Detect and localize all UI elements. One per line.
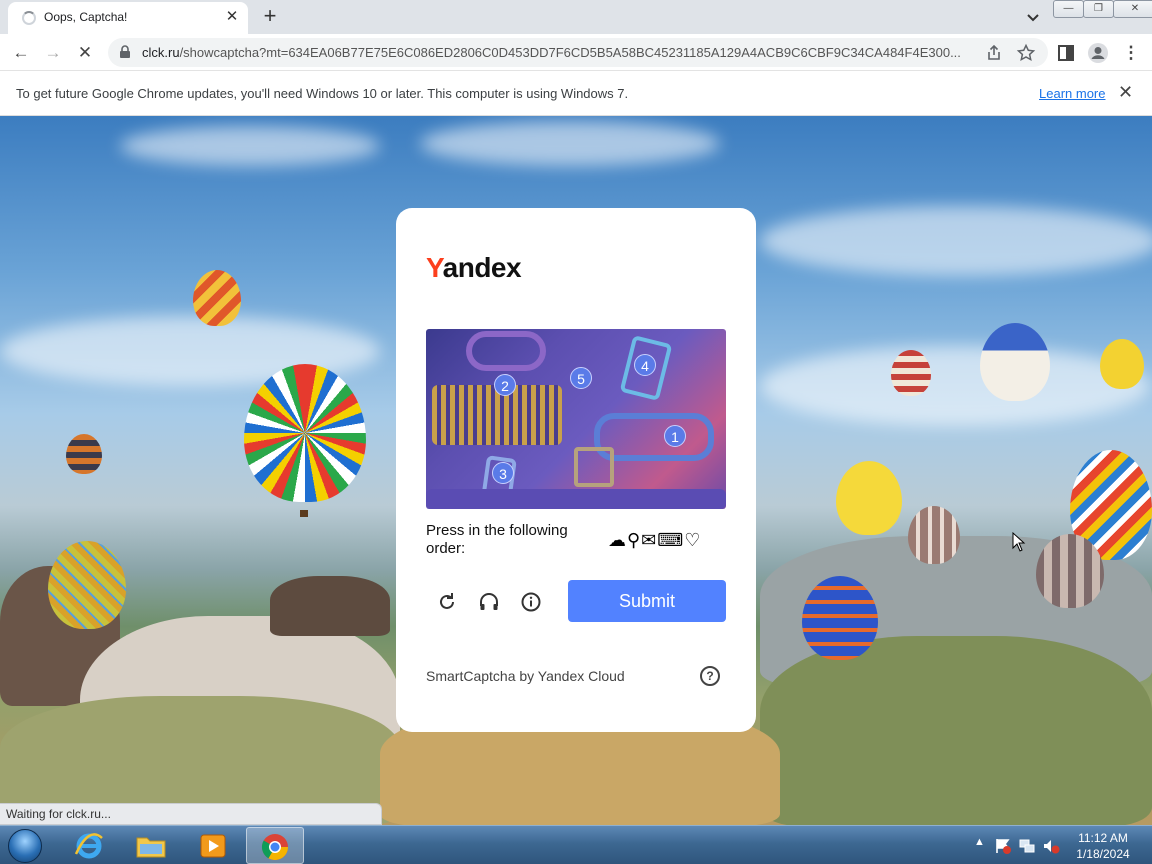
balloon-basket — [300, 510, 308, 517]
cloud — [760, 206, 1152, 276]
url-path: /showcaptcha?mt=634EA06B77E75E6C086ED280… — [179, 45, 961, 60]
tab-close-icon[interactable]: ✕ — [222, 7, 242, 27]
hot-air-balloon — [980, 323, 1050, 401]
learn-more-link[interactable]: Learn more — [1039, 86, 1105, 101]
bookmark-star-icon[interactable] — [1016, 43, 1036, 63]
tab-active[interactable]: Oops, Captcha! ✕ — [8, 2, 248, 34]
captcha-marker[interactable]: 5 — [570, 367, 592, 389]
taskbar-internet-explorer[interactable] — [60, 827, 118, 864]
infobar-message: To get future Google Chrome updates, you… — [16, 86, 629, 101]
refresh-icon[interactable] — [435, 590, 459, 614]
cloud — [420, 121, 720, 166]
update-infobar: To get future Google Chrome updates, you… — [0, 71, 1152, 116]
captcha-marker[interactable]: 3 — [492, 462, 514, 484]
url-text[interactable]: clck.ru/showcaptcha?mt=634EA06B77E75E6C0… — [142, 45, 982, 60]
yandex-logo: Yandex — [426, 252, 522, 284]
stop-loading-icon[interactable]: ✕ — [72, 40, 98, 66]
captcha-prompt: Press in the following order: — [426, 522, 568, 557]
hot-air-balloon — [66, 434, 102, 474]
captcha-marker[interactable]: 2 — [494, 374, 516, 396]
cloud — [760, 346, 1150, 426]
rock-formation — [270, 576, 390, 636]
tab-search-icon[interactable] — [1022, 6, 1044, 28]
taskbar-chrome[interactable] — [246, 827, 304, 864]
captcha-image[interactable]: 1 2 3 4 5 — [426, 329, 726, 509]
window-controls: — ❐ ✕ — [1053, 0, 1152, 18]
hot-air-balloon — [1036, 534, 1104, 608]
taskbar-clock[interactable]: 11:12 AM 1/18/2024 — [1060, 830, 1146, 862]
captcha-card: Yandex 1 2 3 4 5 Press in the following … — [396, 208, 756, 732]
lock-icon[interactable] — [118, 45, 132, 59]
hot-air-balloon — [891, 350, 931, 396]
chrome-icon — [261, 834, 289, 861]
hot-air-balloon — [48, 541, 126, 629]
loading-spinner-icon — [22, 11, 36, 25]
smartcaptcha-footer: SmartCaptcha by Yandex Cloud — [426, 668, 625, 684]
forward-arrow-icon[interactable]: → — [40, 40, 66, 66]
image-keyboard-shape — [432, 385, 562, 445]
browser-toolbar: ← → ✕ clck.ru/showcaptcha?mt=634EA06B77E… — [0, 34, 1152, 71]
hot-air-balloon — [244, 364, 366, 502]
cloud — [120, 126, 380, 166]
clock-time: 11:12 AM — [1078, 831, 1128, 845]
show-hidden-icons[interactable]: ▲ — [974, 836, 985, 848]
mouse-cursor-icon — [1012, 532, 1026, 552]
tab-strip: Oops, Captcha! ✕ + — ❐ ✕ — [0, 0, 1152, 34]
windows-logo-icon — [8, 829, 42, 863]
hot-air-balloon — [802, 576, 878, 660]
image-shape — [466, 331, 546, 371]
volume-muted-icon[interactable] — [1042, 837, 1060, 855]
infobar-close-icon[interactable]: ✕ — [1118, 82, 1133, 103]
menu-kebab-icon[interactable]: ⋮ — [1118, 40, 1144, 66]
help-question-icon[interactable]: ? — [700, 666, 720, 686]
info-icon[interactable] — [519, 590, 543, 614]
start-button[interactable] — [4, 827, 48, 864]
submit-button[interactable]: Submit — [568, 580, 726, 622]
taskbar-file-explorer[interactable] — [122, 827, 180, 864]
captcha-marker[interactable]: 1 — [664, 425, 686, 447]
hot-air-balloon — [1100, 339, 1144, 389]
share-icon[interactable] — [984, 43, 1004, 63]
folder-icon — [136, 837, 166, 858]
profile-avatar-icon[interactable] — [1087, 42, 1109, 64]
windows-taskbar: ▲ 11:12 AM 1/18/2024 — [0, 825, 1152, 864]
captcha-sequence-icons: ☁⚲✉⌨♡ — [608, 530, 702, 550]
logo-letter-y: Y — [426, 252, 443, 283]
hillside — [760, 636, 1152, 825]
logo-rest: andex — [442, 252, 522, 283]
hot-air-balloon — [908, 506, 960, 564]
back-arrow-icon[interactable]: ← — [8, 40, 34, 66]
internet-explorer-icon — [74, 833, 103, 859]
image-shape — [574, 447, 614, 487]
taskbar-media-player[interactable] — [184, 827, 242, 864]
url-host: clck.ru — [142, 45, 180, 60]
hot-air-balloon — [836, 461, 902, 535]
window-close-button[interactable]: ✕ — [1113, 0, 1152, 18]
tab-title: Oops, Captcha! — [44, 10, 128, 24]
minimize-button[interactable]: — — [1053, 0, 1084, 18]
action-center-flag-icon[interactable] — [994, 837, 1012, 855]
new-tab-button[interactable]: + — [258, 5, 282, 29]
status-bubble: Waiting for clck.ru... — [0, 803, 382, 825]
restore-button[interactable]: ❐ — [1083, 0, 1114, 18]
hot-air-balloon — [193, 270, 241, 326]
address-bar[interactable]: clck.ru/showcaptcha?mt=634EA06B77E75E6C0… — [108, 38, 1048, 67]
image-shape — [426, 489, 726, 509]
captcha-marker[interactable]: 4 — [634, 354, 656, 376]
network-icon[interactable] — [1018, 837, 1036, 855]
side-panel-icon[interactable] — [1056, 43, 1076, 63]
headphones-icon[interactable] — [477, 590, 501, 614]
media-player-icon — [200, 834, 226, 858]
clock-date: 1/18/2024 — [1076, 847, 1130, 861]
